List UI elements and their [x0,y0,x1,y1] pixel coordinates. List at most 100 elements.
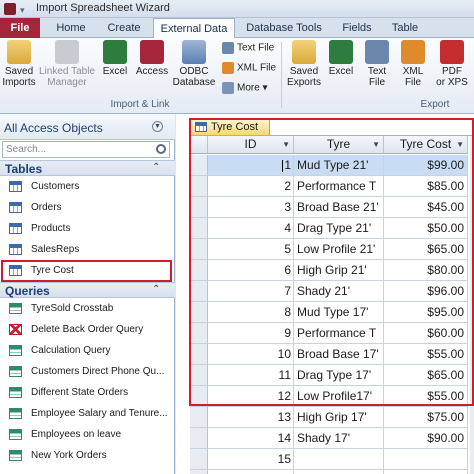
table-cell-tyre-cost[interactable]: $75.00 [384,407,468,428]
nav-query-calculation[interactable]: Calculation Query [0,340,175,361]
import-excel-button[interactable]: Excel [100,40,130,77]
odbc-database-button[interactable]: ODBC Database [172,40,216,88]
table-cell-tyre[interactable]: Shady 17' [294,428,384,449]
import-access-button[interactable]: Access [134,40,170,77]
table-cell-tyre-cost[interactable]: $95.00 [384,302,468,323]
table-cell-id[interactable]: 14 [208,428,294,449]
export-xml-file-button[interactable]: XML File [398,40,428,88]
table-cell-tyre[interactable]: Shady 21' [294,281,384,302]
table-cell-tyre[interactable]: Mud Type 21' [294,155,384,176]
table-cell-id[interactable]: 9 [208,323,294,344]
import-more-button[interactable]: More ▾ [222,82,268,94]
table-cell-tyre[interactable] [294,470,384,474]
sort-arrow-icon[interactable]: ▼ [282,136,290,153]
table-cell-id[interactable]: 3 [208,197,294,218]
quick-access-toolbar-icon[interactable]: ▾ [20,5,25,16]
record-selector[interactable] [190,386,208,407]
record-selector[interactable]: * [190,470,208,474]
record-selector[interactable] [190,302,208,323]
record-selector[interactable] [190,197,208,218]
nav-query-employees-on-leave[interactable]: Employees on leave [0,424,175,445]
tab-create[interactable]: Create [96,18,152,38]
sort-arrow-icon[interactable]: ▼ [456,136,464,153]
table-cell-id[interactable]: 11 [208,365,294,386]
column-header-id[interactable]: ID ▼ [208,136,294,154]
table-cell-tyre-cost[interactable]: $65.00 [384,239,468,260]
table-cell-tyre-cost[interactable]: $99.00 [384,155,468,176]
table-cell-tyre[interactable]: Drag Type 21' [294,218,384,239]
record-selector[interactable] [190,428,208,449]
record-selector[interactable] [190,260,208,281]
nav-query-customers-direct-phone[interactable]: Customers Direct Phone Qu... [0,361,175,382]
table-cell-tyre[interactable] [294,449,384,470]
tab-home[interactable]: Home [48,18,94,38]
queries-section-header[interactable]: Queries ⌃ [0,282,175,298]
table-cell-id[interactable]: 8 [208,302,294,323]
table-cell-tyre-cost[interactable]: $45.00 [384,197,468,218]
vertical-scrollbar[interactable] [470,136,474,474]
column-header-tyre[interactable]: Tyre ▼ [294,136,384,154]
table-cell-tyre-cost[interactable]: $85.00 [384,176,468,197]
tab-database-tools[interactable]: Database Tools [237,18,331,38]
table-cell-tyre-cost[interactable]: $55.00 [384,386,468,407]
table-cell-id[interactable]: 2 [208,176,294,197]
nav-query-new-york-orders[interactable]: New York Orders [0,445,175,466]
table-cell-id[interactable]: (New) [208,470,294,474]
table-cell-tyre[interactable]: Drag Type 17' [294,365,384,386]
sort-arrow-icon[interactable]: ▼ [372,136,380,153]
record-selector[interactable] [190,176,208,197]
nav-query-tyresold-crosstab[interactable]: TyreSold Crosstab [0,298,175,319]
export-pdf-xps-button[interactable]: PDF or XPS [432,40,472,88]
import-xml-file-button[interactable]: XML File [222,62,276,74]
export-excel-button[interactable]: Excel [326,40,356,77]
nav-search-input[interactable]: Search... [2,141,170,158]
table-cell-tyre-cost[interactable]: $60.00 [384,323,468,344]
table-cell-tyre-cost[interactable]: $55.00 [384,344,468,365]
saved-exports-button[interactable]: Saved Exports [286,40,322,88]
table-cell-tyre-cost[interactable] [384,470,468,474]
table-cell-tyre-cost[interactable]: $50.00 [384,218,468,239]
table-cell-tyre-cost[interactable] [384,449,468,470]
table-cell-id[interactable]: 10 [208,344,294,365]
table-cell-tyre[interactable]: High Grip 21' [294,260,384,281]
import-text-file-button[interactable]: Text File [222,42,274,54]
table-cell-tyre-cost[interactable]: $80.00 [384,260,468,281]
collapse-chevron-icon[interactable]: ⌃ [152,162,160,173]
table-cell-tyre[interactable]: High Grip 17' [294,407,384,428]
record-selector[interactable] [190,218,208,239]
record-selector[interactable] [190,449,208,470]
table-cell-id[interactable]: 15 [208,449,294,470]
table-cell-id[interactable]: 6 [208,260,294,281]
nav-table-customers[interactable]: Customers [0,176,175,197]
nav-table-orders[interactable]: Orders [0,197,175,218]
table-cell-id[interactable]: 12 [208,386,294,407]
table-cell-id[interactable]: 13 [208,407,294,428]
record-selector[interactable] [190,365,208,386]
nav-table-products[interactable]: Products [0,218,175,239]
table-cell-id[interactable]: 1 [208,155,294,176]
nav-query-delete-back-order[interactable]: Delete Back Order Query [0,319,175,340]
record-selector[interactable] [190,323,208,344]
table-cell-tyre-cost[interactable]: $96.00 [384,281,468,302]
nav-query-employee-salary[interactable]: Employee Salary and Tenure... [0,403,175,424]
linked-table-manager-button[interactable]: Linked Table Manager [38,40,96,88]
export-text-file-button[interactable]: Text File [362,40,392,88]
column-header-tyre-cost[interactable]: Tyre Cost ▼ [384,136,468,154]
nav-dropdown-icon[interactable]: ▼ [152,121,163,132]
saved-imports-button[interactable]: Saved Imports [2,40,36,88]
table-cell-tyre[interactable]: Mud Type 17' [294,302,384,323]
table-cell-tyre[interactable]: Performance T [294,176,384,197]
nav-query-different-state-orders[interactable]: Different State Orders [0,382,175,403]
table-cell-tyre[interactable]: Broad Base 17' [294,344,384,365]
tab-table[interactable]: Table [382,18,428,38]
table-cell-tyre-cost[interactable]: $90.00 [384,428,468,449]
table-cell-tyre[interactable]: Low Profile 21' [294,239,384,260]
collapse-chevron-icon[interactable]: ⌃ [152,284,160,295]
nav-table-salesreps[interactable]: SalesReps [0,239,175,260]
tab-external-data[interactable]: External Data [153,18,235,39]
tab-file[interactable]: File [0,18,40,38]
record-selector[interactable] [190,407,208,428]
select-all-corner[interactable] [190,136,208,154]
tab-fields[interactable]: Fields [334,18,380,38]
record-selector[interactable] [190,344,208,365]
